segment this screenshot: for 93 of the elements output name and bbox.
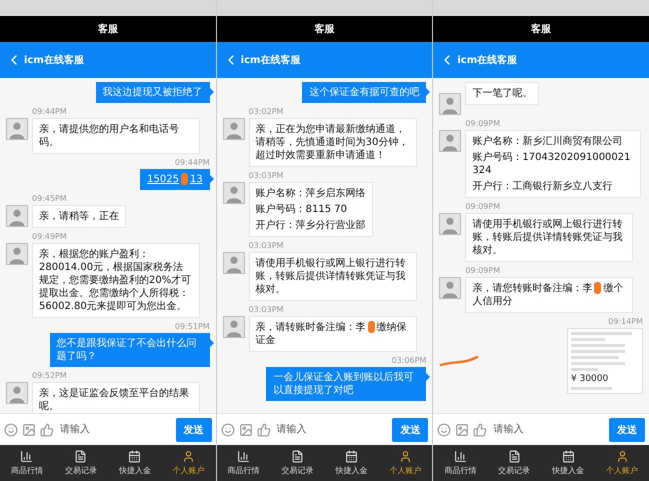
avatar <box>222 118 245 140</box>
header-title: 客服 <box>216 16 432 42</box>
amount-text: ¥ 30000 <box>571 374 610 384</box>
tab-item[interactable]: 个人账户 <box>595 445 649 481</box>
message-time: 03:03PM <box>248 241 284 251</box>
document-icon <box>291 450 304 463</box>
avatar <box>222 252 245 274</box>
received-message: 亲，请转账时备注编：李 缴纳保证金 <box>248 316 417 352</box>
message-time: 03:02PM <box>248 107 284 117</box>
received-message: 亲，请您转账时备注编：李 缴个人信用分 <box>465 277 634 313</box>
avatar <box>439 277 462 299</box>
received-message: 亲，请提供您的用户名和电话号码。 <box>32 118 200 154</box>
account-line: 账户号码：8115 70 <box>256 203 348 216</box>
user-icon <box>398 450 412 463</box>
tab-item[interactable]: 商品行情 <box>0 445 54 481</box>
emoji-icon[interactable] <box>220 422 235 436</box>
redaction-mark <box>180 173 188 186</box>
bar-chart-icon <box>237 450 250 463</box>
message-time: 09:44PM <box>174 158 210 168</box>
scribble-drawing <box>439 355 480 367</box>
message-input[interactable]: 请输入 <box>58 423 172 436</box>
message-time: 03:03PM <box>248 171 284 181</box>
message-time: 09:52PM <box>32 371 67 381</box>
redaction-mark <box>368 321 375 334</box>
header-title: 客服 <box>0 16 216 42</box>
calendar-icon <box>128 450 142 463</box>
account-line: 开户行：萍乡分行营业部 <box>256 219 366 232</box>
chat-title: icm在线客服 <box>457 53 518 67</box>
avatar <box>6 118 28 140</box>
message-time: 09:09PM <box>465 202 500 212</box>
received-message: 亲，请稍等，正在 <box>32 205 126 228</box>
header-title: 客服 <box>433 16 649 42</box>
tab-item[interactable]: 交易记录 <box>270 445 325 481</box>
calendar-icon <box>562 450 575 463</box>
message-input[interactable]: 请输入 <box>274 423 388 436</box>
tab-item[interactable]: 个人账户 <box>378 445 432 481</box>
tab-item[interactable]: 商品行情 <box>433 445 488 481</box>
account-line: 账户名称：萍乡启东网络 <box>256 187 366 200</box>
message-time: 03:06PM <box>392 356 426 366</box>
avatar <box>222 182 245 204</box>
account-line: 账户号码：17043202091000021324 <box>472 151 632 177</box>
message-time: 09:09PM <box>465 119 500 129</box>
avatar <box>439 93 462 115</box>
tab-item[interactable]: 快捷入金 <box>108 445 162 481</box>
received-message: 下一笔了呢。 <box>465 82 540 105</box>
message-time: 09:14PM <box>608 317 644 327</box>
image-icon[interactable] <box>238 422 253 436</box>
account-line: 开户行：工商银行新乡立八支行 <box>472 180 614 193</box>
message-time: 09:49PM <box>32 232 67 242</box>
bar-chart-icon <box>20 450 34 463</box>
received-message: 亲，正在为您申请最新缴纳通道，请稍等，先慎通道时间为30分钟，超过时效需要重新申请通道！ <box>248 118 417 167</box>
tab-item[interactable]: 快捷入金 <box>541 445 596 481</box>
emoji-icon[interactable] <box>437 422 452 436</box>
user-icon <box>616 450 629 463</box>
avatar <box>6 243 28 265</box>
redaction-mark <box>594 282 602 294</box>
message-time: 09:45PM <box>32 194 67 204</box>
message-time: 09:51PM <box>174 322 210 332</box>
send-button[interactable]: 发送 <box>176 418 212 442</box>
thumbs-up-icon[interactable] <box>473 422 488 436</box>
chat-title: icm在线客服 <box>240 53 300 67</box>
tab-item[interactable]: 快捷入金 <box>324 445 378 481</box>
received-message: 请使用手机银行或网上银行进行转账，转账后提供详情转账凭证与我核对。 <box>465 213 634 262</box>
document-icon <box>74 450 88 463</box>
message-time: 03:03PM <box>248 305 284 315</box>
received-message: 亲，根据您的账户盈利：280014.00元，根据国家税务法规定，您需要缴纳盈利的20%才可提取出金。您需缴纳个人所得税：56002.80元来提即可为您出金。 <box>32 243 200 318</box>
message-time: 09:44PM <box>32 107 67 117</box>
tab-item[interactable]: 商品行情 <box>216 445 271 481</box>
bar-chart-icon <box>454 450 467 463</box>
emoji-icon[interactable] <box>4 422 18 436</box>
avatar <box>6 382 28 404</box>
message-time: 09:09PM <box>465 266 500 276</box>
chat-title: icm在线客服 <box>24 53 84 67</box>
avatar <box>6 205 28 227</box>
thumbs-up-icon[interactable] <box>256 422 271 436</box>
avatar <box>222 316 245 338</box>
account-line: 账户名称：新乡汇川商贸有限公司 <box>472 135 624 148</box>
send-button[interactable]: 发送 <box>392 418 428 442</box>
avatar <box>439 213 462 235</box>
image-icon[interactable] <box>22 422 36 436</box>
image-icon[interactable] <box>455 422 470 436</box>
tab-item[interactable]: 个人账户 <box>162 445 216 481</box>
send-button[interactable]: 发送 <box>609 418 646 442</box>
tab-item[interactable]: 交易记录 <box>54 445 108 481</box>
calendar-icon <box>344 450 358 463</box>
user-icon <box>182 450 196 463</box>
tab-item[interactable]: 交易记录 <box>487 445 542 481</box>
message-input[interactable]: 请输入 <box>491 423 606 436</box>
avatar <box>439 130 462 152</box>
received-message: 请使用手机银行或网上银行进行转账，转账后提供详情转账凭证与我核对。 <box>248 252 417 301</box>
thumbs-up-icon[interactable] <box>40 422 54 436</box>
document-icon <box>508 450 521 463</box>
received-message: 亲，这是证监会反馈至平台的结果呢。 <box>32 382 200 413</box>
